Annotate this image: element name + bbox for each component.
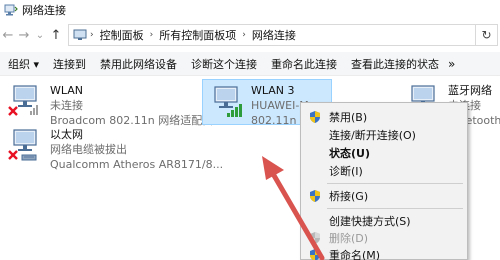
up-button[interactable]: ↑ [48,25,64,45]
wireless-adapter-icon [214,86,242,117]
more-commands-button[interactable]: » [448,57,455,71]
error-x-icon [8,106,18,116]
menu-item-label: 连接/断开连接(O) [329,129,416,142]
address-row: ← → ⌄ ↑ › 控制面板 › 所有控制面板项 › 网络连接 ↻ [0,22,500,48]
shield-icon [310,190,320,202]
shield-icon [310,249,320,260]
menu-item-label: 状态(U) [329,147,370,160]
shield-icon [310,111,320,123]
connect-to-button[interactable]: 连接到 [46,56,93,72]
menu-item-label: 禁用(B) [329,111,368,124]
adapter-name: WLAN [50,84,84,97]
menu-separator [327,183,463,184]
organize-button[interactable]: 组织 ▾ [0,56,46,72]
breadcrumb-all-items[interactable]: 所有控制面板项 [159,27,236,43]
disable-device-button[interactable]: 禁用此网络设备 [93,56,184,72]
network-connections-icon [4,4,18,16]
signal-bars-icon [227,104,242,117]
menu-item-connect-disconnect[interactable]: 连接/断开连接(O) [301,125,467,145]
window-title: 网络连接 [22,4,66,17]
adapter-ethernet[interactable]: 以太网 网络电缆被拔出 Qualcomm Atheros AR8171/8... [6,127,223,173]
wireless-adapter-icon [8,85,38,119]
adapter-status: 网络电缆被拔出 [50,143,127,156]
breadcrumb-control-panel[interactable]: 控制面板 [100,27,144,43]
back-button[interactable]: ← [0,25,16,45]
adapter-name: 以太网 [50,128,83,141]
control-panel-icon [73,29,87,40]
menu-item-label: 诊断(I) [329,165,363,178]
breadcrumb-network-connections[interactable]: 网络连接 [252,27,296,43]
ethernet-adapter-icon [8,129,37,161]
adapter-device: Broadcom 802.11n 网络适配器 [50,114,214,127]
chevron-right-icon: › [149,30,154,40]
forward-button[interactable]: → [16,25,32,45]
title-bar: 网络连接 [0,0,500,20]
command-bar: 组织 ▾ 连接到 禁用此网络设备 诊断这个连接 重命名此连接 查看此连接的状态 … [0,52,500,76]
menu-separator [327,208,463,209]
chevron-right-icon: › [242,30,246,40]
view-status-button[interactable]: 查看此连接的状态 [344,56,446,72]
adapter-status: 未连接 [50,99,83,112]
error-x-icon [8,150,18,160]
shield-icon [310,232,320,244]
menu-item-disable[interactable]: 禁用(B) [301,107,467,127]
adapter-device: Qualcomm Atheros AR8171/8... [50,158,224,171]
address-bar[interactable]: › 控制面板 › 所有控制面板项 › 网络连接 [68,24,476,46]
context-menu: 禁用(B) 连接/断开连接(O) 状态(U) 诊断(I) 桥接(G) 创建快捷方… [300,102,468,260]
menu-item-label: 删除(D) [329,232,369,245]
menu-item-diagnose[interactable]: 诊断(I) [301,161,467,181]
recent-locations-button[interactable]: ⌄ [32,25,48,45]
menu-item-label: 创建快捷方式(S) [329,215,411,228]
menu-item-rename[interactable]: 重命名(M) [301,245,467,260]
diagnose-button[interactable]: 诊断这个连接 [184,56,264,72]
menu-item-label: 重命名(M) [329,249,381,260]
refresh-button[interactable]: ↻ [476,24,498,46]
adapter-name: 蓝牙网络 [448,84,492,97]
adapter-wlan[interactable]: WLAN 未连接 Broadcom 802.11n 网络适配器 [6,83,213,129]
menu-item-bridge[interactable]: 桥接(G) [301,186,467,206]
rename-button[interactable]: 重命名此连接 [264,56,344,72]
chevron-right-icon: › [90,30,94,40]
adapter-name: WLAN 3 [251,84,295,97]
menu-item-label: 桥接(G) [329,190,369,203]
menu-item-status[interactable]: 状态(U) [301,143,467,163]
